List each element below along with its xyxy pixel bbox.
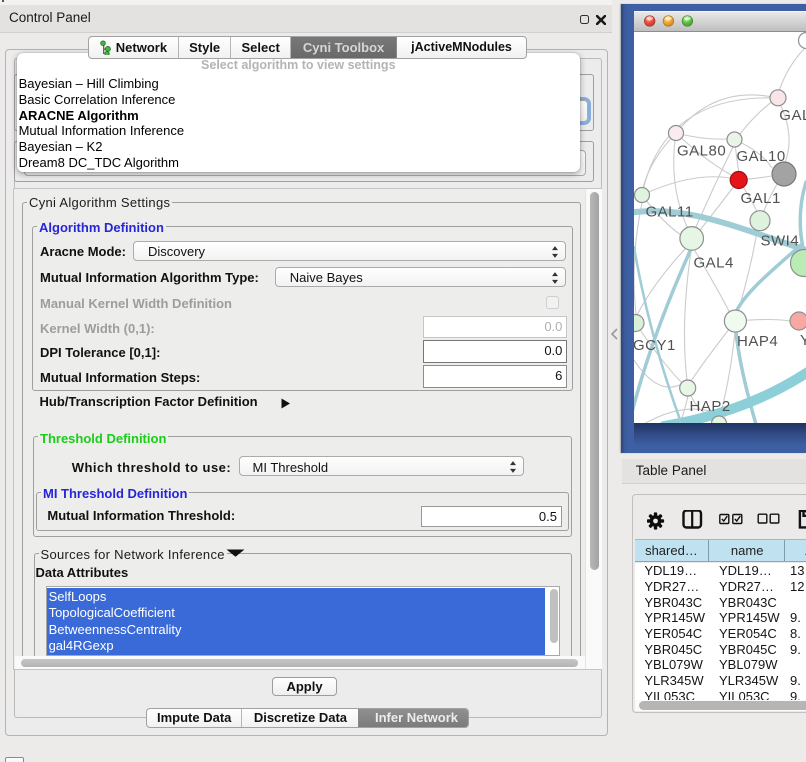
svg-text:GAL4: GAL4 xyxy=(694,255,734,272)
svg-text:HAP2: HAP2 xyxy=(690,398,731,415)
svg-text:SWI4: SWI4 xyxy=(761,233,800,250)
svg-text:HAP4: HAP4 xyxy=(737,333,778,350)
svg-text:GAL80: GAL80 xyxy=(677,142,726,159)
svg-text:GCY1: GCY1 xyxy=(634,337,676,354)
svg-text:GAL11: GAL11 xyxy=(646,204,694,221)
svg-text:GAL: GAL xyxy=(779,107,806,124)
svg-text:GAL10: GAL10 xyxy=(737,148,786,165)
svg-text:Y: Y xyxy=(800,332,806,349)
svg-text:GAL1: GAL1 xyxy=(741,190,781,207)
